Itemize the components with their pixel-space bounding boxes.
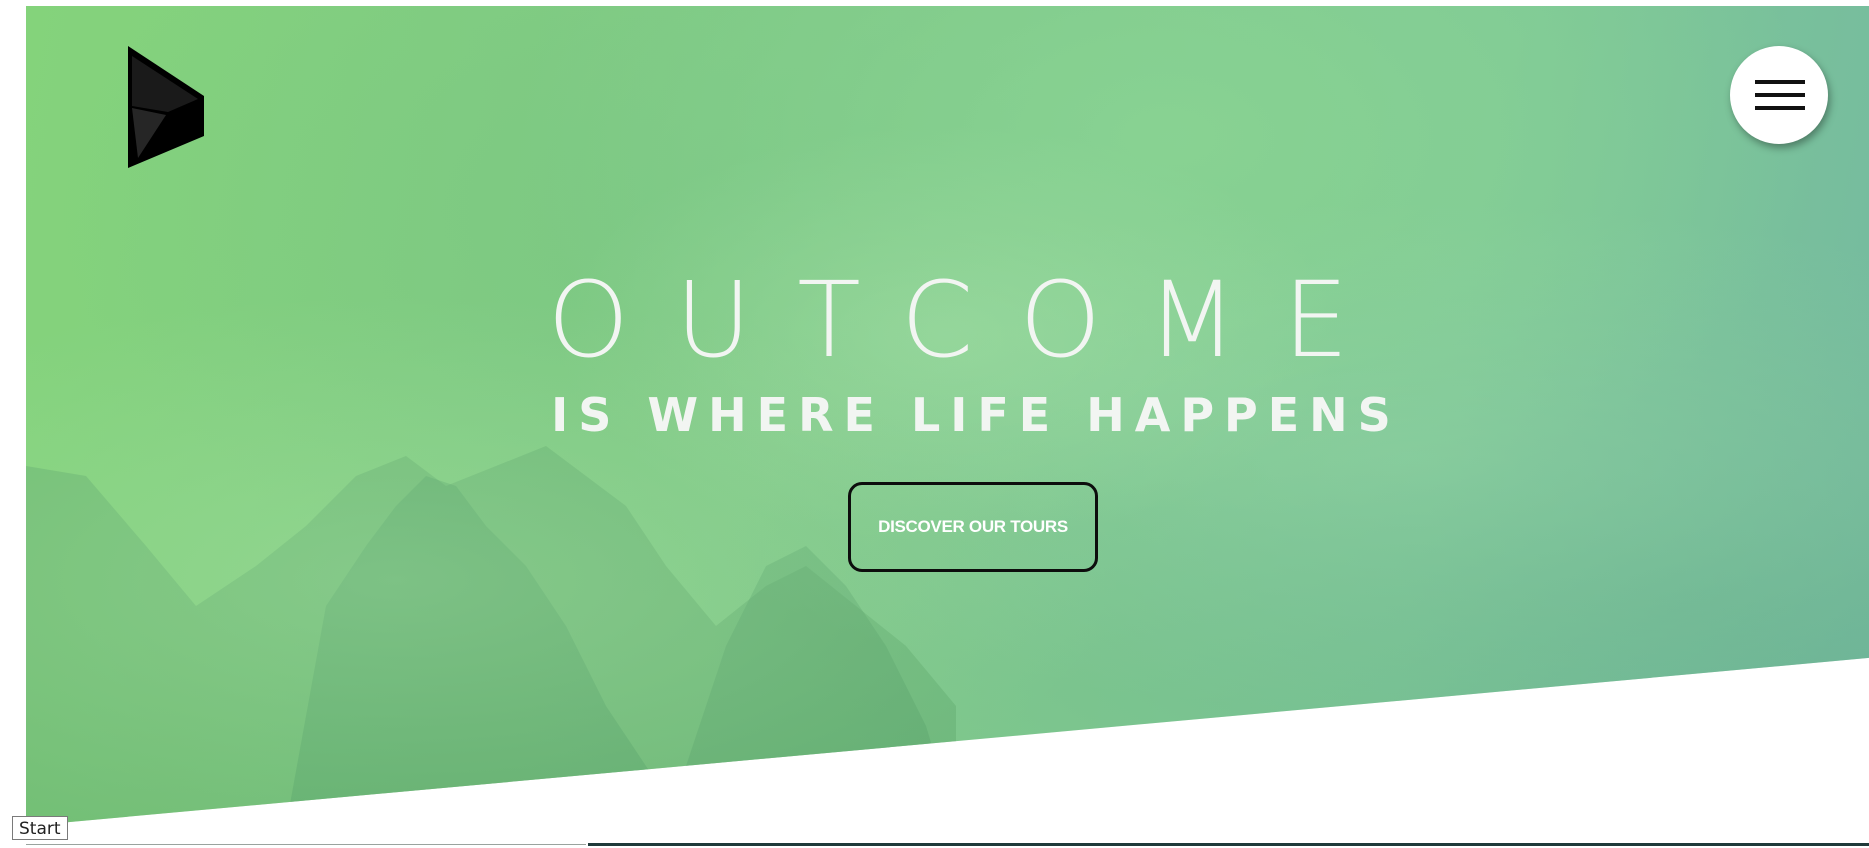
hamburger-menu-icon (1755, 80, 1805, 84)
hero-subtitle: IS WHERE LIFE HAPPENS (551, 388, 1401, 442)
bottom-divider-right (588, 843, 1869, 846)
landing-page: OUTCOME IS WHERE LIFE HAPPENS DISCOVER O… (0, 0, 1869, 848)
hamburger-menu-icon-bar (1755, 106, 1805, 110)
hamburger-menu-icon-bar (1755, 93, 1805, 97)
start-tooltip: Start (12, 816, 68, 840)
hamburger-menu-button[interactable] (1730, 46, 1828, 144)
play-triangle-logo-icon[interactable] (128, 46, 204, 168)
hero-section: OUTCOME IS WHERE LIFE HAPPENS DISCOVER O… (26, 6, 1869, 826)
discover-tours-button[interactable]: DISCOVER OUR TOURS (848, 482, 1098, 572)
bottom-divider-left (26, 844, 586, 845)
hero-title: OUTCOME (547, 259, 1395, 381)
